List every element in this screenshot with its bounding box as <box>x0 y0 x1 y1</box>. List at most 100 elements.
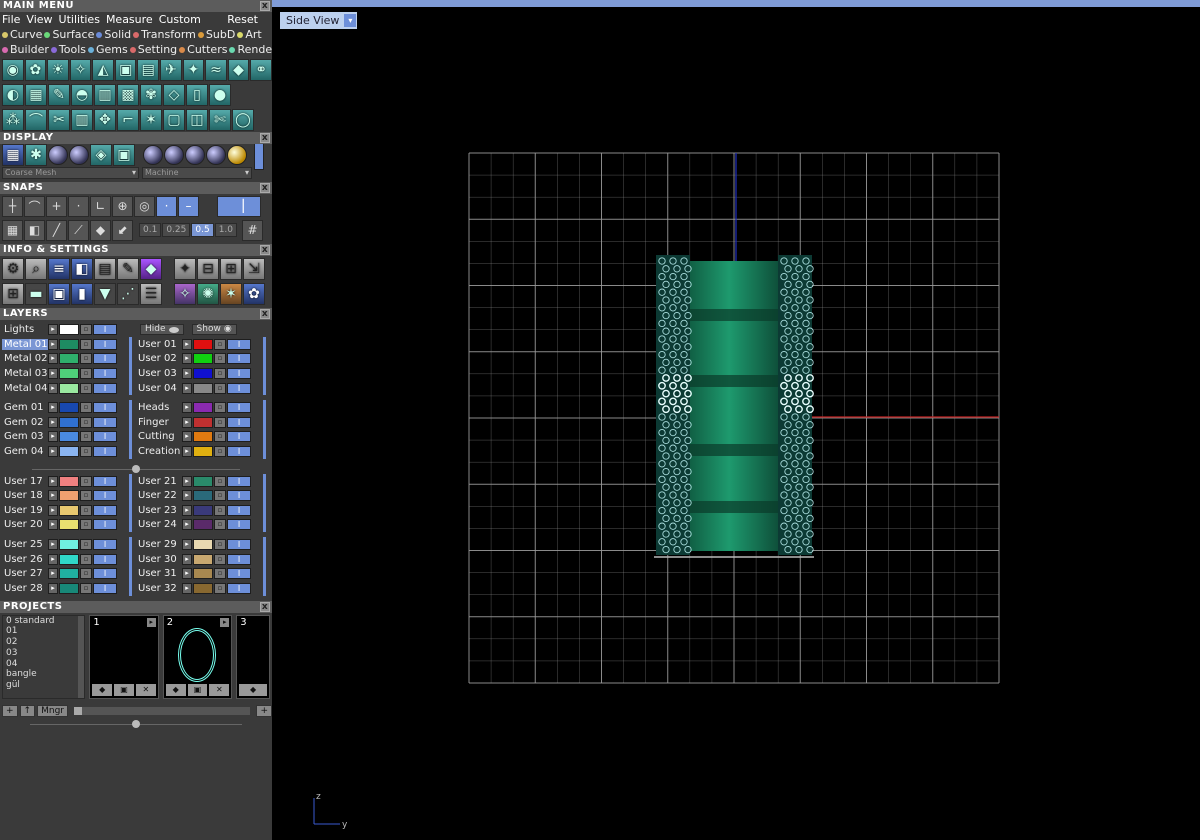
layer-name[interactable]: User 25 <box>2 539 48 550</box>
layer-name[interactable]: User 23 <box>136 505 182 516</box>
visibility-toggle[interactable]: I <box>227 582 251 594</box>
globe-icon[interactable]: ◉ <box>2 58 24 81</box>
arrow-icon[interactable]: ▸ <box>48 324 58 335</box>
layer-row[interactable]: Gem 01 ▸ ▫ I <box>2 400 136 415</box>
layer-row[interactable]: User 19 ▸ ▫ I <box>2 503 136 518</box>
layer-row[interactable]: User 22 ▸ ▫ I <box>136 488 270 503</box>
save-icon[interactable]: ▣ <box>114 683 134 696</box>
layer-color-swatch[interactable] <box>193 367 213 379</box>
lock-icon[interactable]: ▫ <box>80 445 92 457</box>
visibility-toggle[interactable]: I <box>93 367 117 379</box>
lock-icon[interactable]: ▫ <box>214 445 226 457</box>
lights-swatch[interactable] <box>59 324 79 335</box>
layer-color-swatch[interactable] <box>59 382 79 394</box>
layer-row[interactable]: Gem 04 ▸ ▫ I <box>2 444 136 459</box>
shaded-sphere-icon[interactable] <box>48 145 68 165</box>
layer-row[interactable]: Metal 04 ▸ ▫ I <box>2 381 136 396</box>
visibility-toggle[interactable]: I <box>93 582 117 594</box>
category-render[interactable]: Render <box>229 43 272 56</box>
globe-render-icon[interactable]: ✿ <box>243 282 265 305</box>
layer-name[interactable]: User 29 <box>136 539 182 550</box>
layer-row[interactable]: Finger ▸ ▫ I <box>136 415 270 430</box>
nodes-icon[interactable]: ⋰ <box>117 282 139 305</box>
category-subd[interactable]: SubD <box>197 28 235 41</box>
layer-row[interactable]: User 17 ▸ ▫ I <box>2 474 136 489</box>
layer-color-swatch[interactable] <box>193 475 213 487</box>
move-icon[interactable]: ✥ <box>94 108 116 131</box>
arrow-icon[interactable]: ▸ <box>182 490 192 502</box>
visibility-toggle[interactable]: I <box>227 475 251 487</box>
lock-icon[interactable]: ▫ <box>214 353 226 365</box>
hatch-icon[interactable]: ▤ <box>137 58 160 81</box>
manager-button[interactable]: Mngr <box>37 704 68 717</box>
layer-row[interactable]: User 29 ▸ ▫ I <box>136 537 270 552</box>
lock-icon[interactable]: ▫ <box>80 582 92 594</box>
visibility-toggle[interactable]: I <box>227 382 251 394</box>
snap-value-0-25[interactable]: 0.25 <box>162 223 191 237</box>
arrow-icon[interactable]: ▸ <box>48 402 58 414</box>
layer-name[interactable]: User 28 <box>2 583 48 594</box>
reset-button[interactable]: Reset <box>227 13 258 26</box>
arrow-icon[interactable]: ▸ <box>182 416 192 428</box>
arrow-icon[interactable]: ▸ <box>48 353 58 365</box>
gem-cube-icon[interactable]: ◆ <box>140 257 162 280</box>
star-icon[interactable]: ✶ <box>220 282 242 305</box>
snap-toggle-button[interactable]: ▕ <box>217 195 261 217</box>
snap-value-0-5[interactable]: 0.5 <box>191 223 214 237</box>
arc-icon[interactable]: ⌒ <box>25 108 47 131</box>
layer-color-swatch[interactable] <box>59 367 79 379</box>
category-builder[interactable]: Builder <box>2 43 49 56</box>
arrow-icon[interactable]: ▸ <box>182 353 192 365</box>
arrow-icon[interactable]: ▸ <box>48 367 58 379</box>
split-icon[interactable]: ◫ <box>186 108 208 131</box>
arrow-icon[interactable]: ▸ <box>48 504 58 516</box>
category-setting[interactable]: Setting <box>129 43 177 56</box>
visibility-toggle[interactable]: I <box>93 475 117 487</box>
layer-row[interactable]: User 01 ▸ ▫ I <box>136 337 270 352</box>
lock-icon[interactable]: ▫ <box>214 416 226 428</box>
viewport-canvas[interactable] <box>280 12 1198 838</box>
snap-value-1-0[interactable]: 1.0 <box>214 223 238 237</box>
pin-icon[interactable]: ⬋ <box>112 219 133 241</box>
close-icon[interactable]: x <box>260 601 270 612</box>
lock-icon[interactable]: ▫ <box>214 338 226 350</box>
layer-name[interactable]: Metal 01 <box>2 338 48 350</box>
layer-name[interactable]: User 32 <box>136 583 182 594</box>
scissors-icon[interactable]: ✄ <box>209 108 231 131</box>
layer-row[interactable]: User 27 ▸ ▫ I <box>2 566 136 581</box>
arrow-icon[interactable]: ▸ <box>182 367 192 379</box>
plane-icon[interactable]: ◆ <box>90 219 111 241</box>
hide-all-button[interactable]: Hide <box>140 324 184 335</box>
layer-row[interactable]: User 26 ▸ ▫ I <box>2 552 136 567</box>
close-icon[interactable]: x <box>260 245 270 255</box>
stack-icon[interactable]: ≡ <box>48 257 70 280</box>
visibility-toggle[interactable]: I <box>227 568 251 580</box>
arrow-icon[interactable]: ▸ <box>48 382 58 394</box>
visibility-toggle[interactable]: I <box>227 353 251 365</box>
layer-row[interactable]: Gem 02 ▸ ▫ I <box>2 415 136 430</box>
layer-row[interactable]: Metal 01 ▸ ▫ I <box>2 337 136 352</box>
visibility-toggle[interactable]: I <box>227 538 251 550</box>
visibility-toggle[interactable]: I <box>227 416 251 428</box>
monitor-icon[interactable]: ▬ <box>25 282 47 305</box>
project-list-item[interactable]: 04 <box>3 659 84 670</box>
lights-layer-label[interactable]: Lights <box>2 324 48 335</box>
project-list-item[interactable]: 02 <box>3 637 84 648</box>
menu-view[interactable]: View <box>26 13 52 26</box>
load-icon[interactable]: ◆ <box>239 683 267 696</box>
layer-name[interactable]: User 21 <box>136 476 182 487</box>
glossy-sphere-icon[interactable] <box>69 145 89 165</box>
layer-row[interactable]: User 30 ▸ ▫ I <box>136 552 270 567</box>
layer-name[interactable]: Metal 04 <box>2 383 48 394</box>
visibility-toggle[interactable]: I <box>93 568 117 580</box>
visibility-toggle[interactable]: I <box>93 353 117 365</box>
add-project-icon[interactable]: + <box>2 704 18 717</box>
visibility-toggle[interactable]: I <box>93 324 117 335</box>
menu-file[interactable]: File <box>2 13 20 26</box>
arrow-icon[interactable]: ▸ <box>182 402 192 414</box>
layer-color-swatch[interactable] <box>193 416 213 428</box>
grid-icon[interactable]: ▦ <box>25 83 47 106</box>
arrow-icon[interactable]: ▸ <box>48 519 58 531</box>
cube-icon[interactable]: ◧ <box>71 257 93 280</box>
settings-gear-icon[interactable]: ⚙ <box>2 257 24 280</box>
